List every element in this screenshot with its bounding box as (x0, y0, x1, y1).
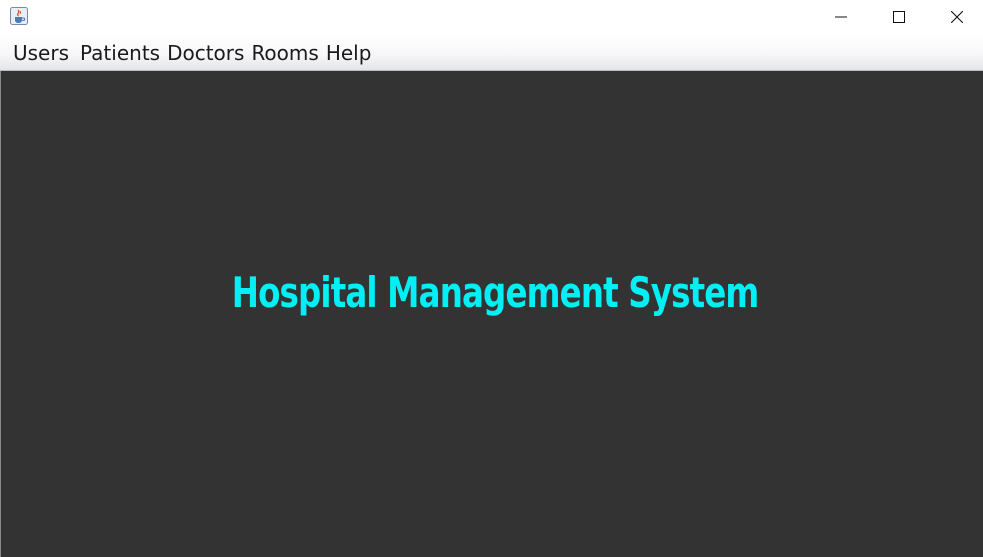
close-icon (950, 8, 964, 27)
maximize-button[interactable] (870, 0, 928, 35)
menu-doctors[interactable]: Doctors (163, 35, 247, 71)
maximize-icon (893, 8, 905, 27)
menu-users[interactable]: Users (6, 35, 76, 71)
main-content-panel: Hospital Management System (0, 71, 983, 557)
menu-bar: Users Patients Doctors Rooms Help (0, 35, 983, 71)
minimize-icon (835, 8, 847, 27)
minimize-button[interactable] (812, 0, 870, 35)
window-titlebar[interactable] (0, 0, 983, 35)
java-coffee-cup-icon (10, 7, 28, 25)
app-title: Hospital Management System (231, 268, 760, 317)
close-button[interactable] (928, 0, 983, 35)
menu-rooms[interactable]: Rooms (247, 35, 321, 71)
menu-help[interactable]: Help (322, 35, 375, 71)
menu-patients[interactable]: Patients (76, 35, 163, 71)
